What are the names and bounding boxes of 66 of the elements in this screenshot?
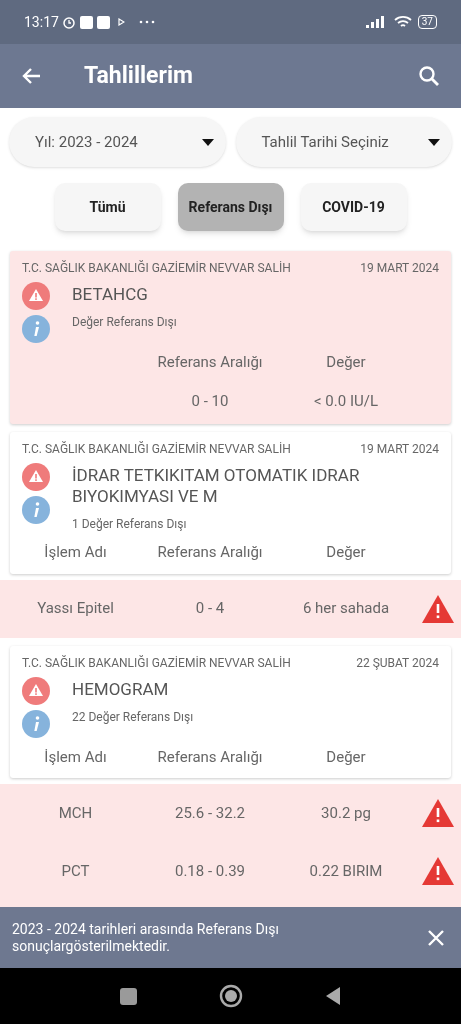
test-name: İDRAR TETKIKITAM OTOMATIK IDRAR BIYOKIMYASI VE M [72,464,361,507]
table-cell-text: < 0.0 IU/L [313,390,379,412]
filter-chip[interactable]: COVID-19 [300,183,407,231]
status-time: 13:17 [24,12,59,32]
search-icon[interactable] [417,64,441,88]
page-title: Tahlillerim [84,60,193,91]
result-row[interactable]: MCH 25.6 - 32.2 30.2 pg [0,784,461,842]
result-row[interactable]: Yassı Epitel 0 - 4 6 her sahada [0,579,461,638]
column-header: Referans Aralığı [156,542,264,563]
result-date: 22 ŞUBAT 2024 [356,654,439,672]
warning-icon [22,463,50,491]
close-icon[interactable] [427,928,445,947]
institution-name: T.C. SAĞLIK BAKANLIĞI GAZİEMİR NEVVAR SALİH [22,440,291,458]
column-header: İşlem Adı [43,746,108,768]
alarm-icon [61,15,76,29]
warning-icon [22,282,50,310]
result-date: 19 MART 2024 [360,260,439,277]
status-text: 1 Değer Referans Dışı [72,516,188,533]
test-name: BETAHCG [72,283,149,305]
table-cell-text: 0.18 - 0.39 [173,860,247,882]
table-cell-text: 0.22 BIRIM [308,860,384,882]
dropdown-caret-icon [201,138,214,146]
result-date: 19 MART 2024 [360,441,439,458]
result-card[interactable]: T.C. SAĞLIK BAKANLIĞI GAZİEMİR NEVVAR SALİH 22 ŞUBAT 2024 HEMOGRAM 22 Değer Referans Dışı İşlem Adı Referans Aralığı Değer [10,645,451,778]
column-header: Değer [325,542,367,563]
column-header: Değer [325,352,367,373]
notification-icon [96,15,110,29]
filter-chip[interactable]: Tümü [54,183,161,231]
status-text: Değer Referans Dışı [72,314,177,331]
notification-icon [79,15,93,29]
table-cell-text: PCT [60,860,91,882]
table-cell-text: 25.6 - 32.2 [173,802,247,824]
column-header: Değer [325,746,367,768]
table-cell-text: 6 her sahada [301,598,391,620]
status-text: 22 Değer Referans Dışı [72,708,194,726]
institution-name: T.C. SAĞLIK BAKANLIĞI GAZİEMİR NEVVAR SALİH [22,654,291,672]
battery-indicator: 37 [417,15,437,29]
column-header: Referans Aralığı [156,352,264,373]
back-button[interactable] [325,986,341,1006]
dropdown[interactable]: Yıl: 2023 - 2024 [9,117,226,167]
snackbar-message: 2023 - 2024 tarihleri arasında Referans Dışı sonuçlargösterilmektedir. [12,920,280,955]
dropdown[interactable]: Tahlil Tarihi Seçiniz [235,117,452,167]
column-header: Referans Aralığı [156,746,264,768]
home-button[interactable] [219,984,243,1008]
institution-name: T.C. SAĞLIK BAKANLIĞI GAZİEMİR NEVVAR SALİH [22,259,291,277]
table-cell-text: Yassı Epitel [36,598,115,620]
table-cell-text: 30.2 pg [320,802,372,824]
warning-icon [421,856,455,886]
column-header: İşlem Adı [43,542,108,563]
test-name: HEMOGRAM [72,677,170,700]
more-icon [138,20,155,24]
warning-icon [421,798,455,828]
warning-icon [421,593,455,624]
table-cell-text: 0 - 4 [194,598,226,620]
recents-button[interactable] [120,987,137,1005]
table-cell-text: MCH [57,802,94,824]
dropdown-caret-icon [428,138,440,146]
table-cell-text: 0 - 10 [190,390,230,412]
signal-icon [365,16,386,28]
warning-icon [22,676,50,705]
result-row[interactable]: PCT 0.18 - 0.39 0.22 BIRIM [0,842,461,900]
wifi-icon [393,15,412,29]
filter-chip[interactable]: Referans Dışı [177,183,284,231]
play-icon [117,18,125,26]
result-card[interactable]: T.C. SAĞLIK BAKANLIĞI GAZİEMİR NEVVAR SALİH 19 MART 2024 BETAHCG Değer Referans Dışı Referans Aralığı Değer 0 - 10 < 0.0 IU/L [10,251,451,424]
result-card[interactable]: T.C. SAĞLIK BAKANLIĞI GAZİEMİR NEVVAR SALİH 19 MART 2024 İDRAR TETKIKITAM OTOMATIK IDRAR BIYOKIMYASI VE M 1 Değer Referans Dışı İşlem Adı Referans Aralığı Değer [10,432,451,574]
